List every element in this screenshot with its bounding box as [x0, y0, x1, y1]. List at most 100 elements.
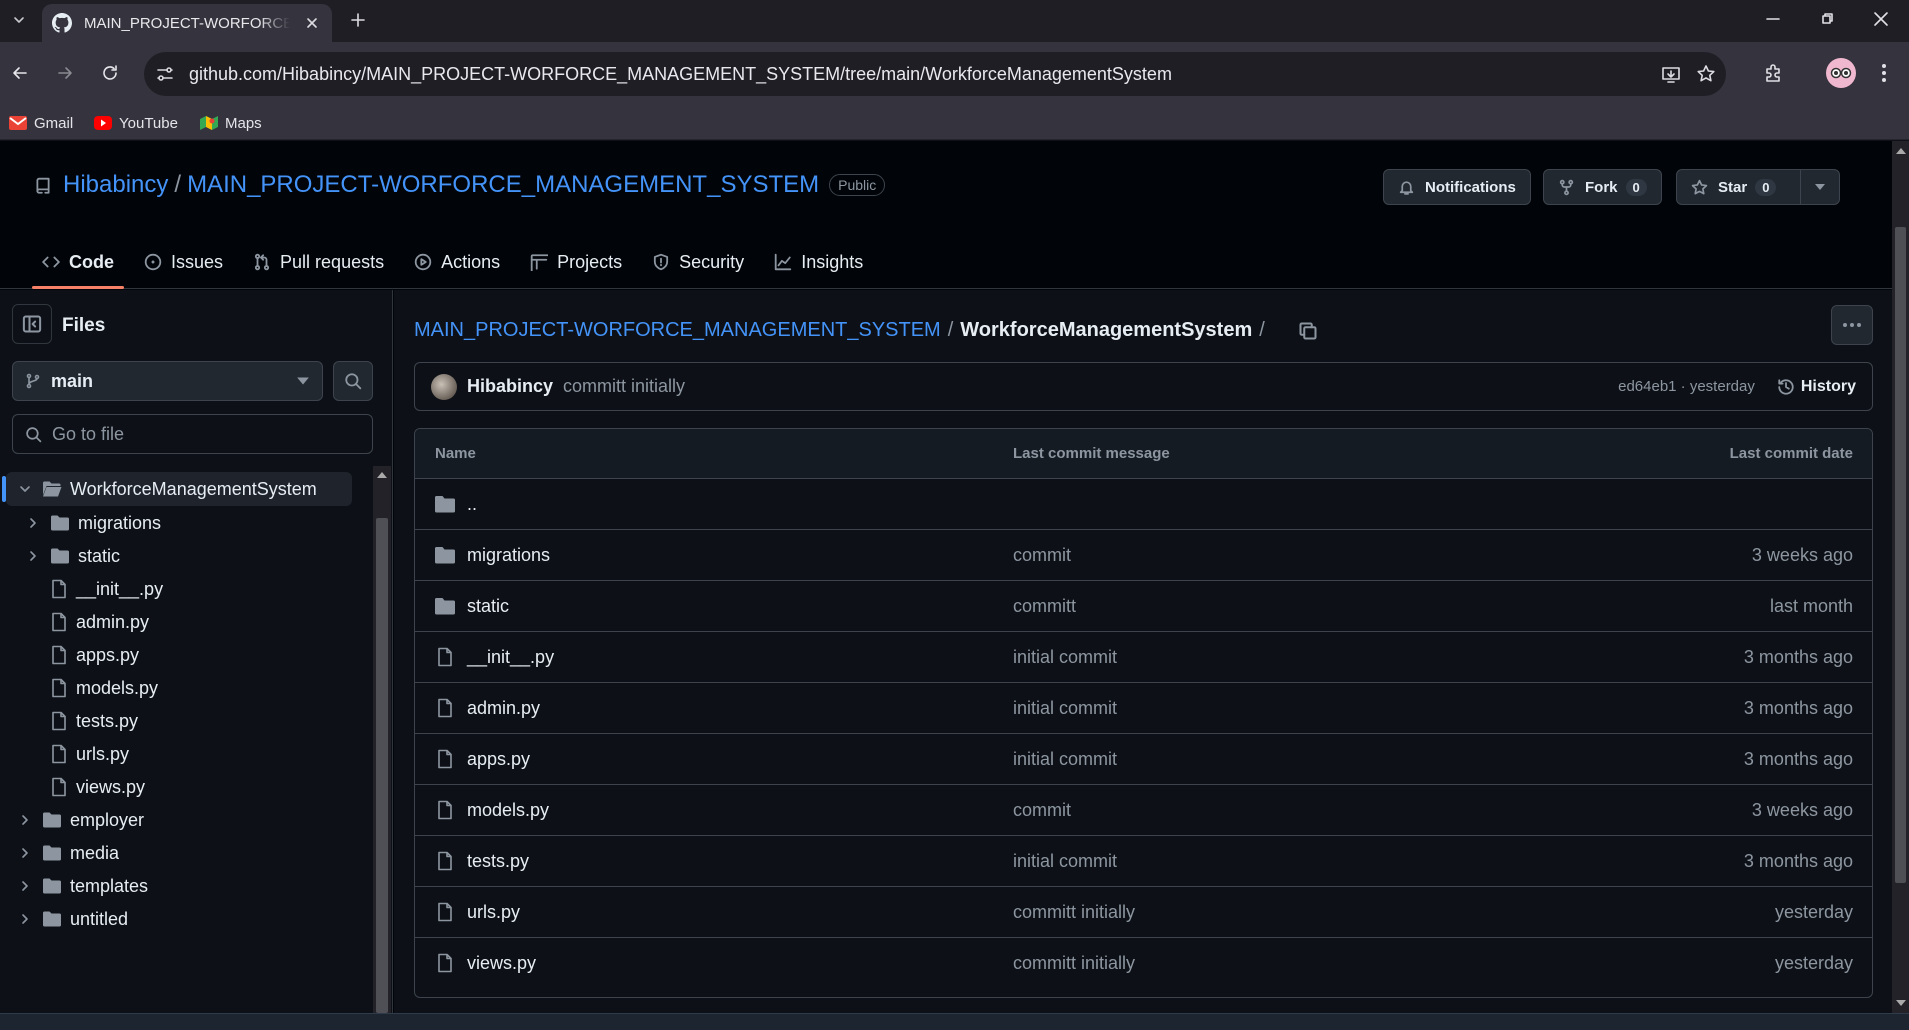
scroll-down-arrow[interactable] [1896, 1000, 1906, 1006]
file-name-link[interactable]: apps.py [467, 749, 530, 770]
new-tab-button[interactable] [345, 7, 371, 33]
commit-message-link[interactable]: committ initially [563, 376, 685, 397]
tab-issues[interactable]: Issues [134, 235, 233, 289]
commit-message-link[interactable]: initial commit [1013, 647, 1117, 668]
bookmark-gmail[interactable]: Gmail [9, 111, 73, 135]
tree-item-folder[interactable]: WorkforceManagementSystem [2, 472, 352, 506]
tab-search-button[interactable] [6, 7, 32, 33]
file-name-link[interactable]: views.py [467, 953, 536, 974]
tree-item-file[interactable]: models.py [6, 671, 352, 705]
star-button[interactable]: Star 0 [1676, 169, 1801, 205]
back-button[interactable] [5, 58, 35, 88]
commit-message-link[interactable]: committ [1013, 596, 1076, 617]
collapse-sidebar-button[interactable] [12, 304, 52, 344]
scrollbar-thumb[interactable] [376, 518, 388, 1013]
table-row[interactable]: .. [415, 479, 1872, 530]
tree-item-file[interactable]: __init__.py [6, 572, 352, 606]
star-bookmark-icon[interactable] [1695, 63, 1717, 85]
scroll-up-arrow[interactable] [377, 472, 387, 478]
more-options-button[interactable] [1831, 305, 1873, 345]
notifications-button[interactable]: Notifications [1383, 169, 1531, 205]
browser-menu-button[interactable] [1870, 59, 1898, 87]
table-row[interactable]: views.py committ initially yesterday [415, 938, 1872, 989]
fork-button[interactable]: Fork 0 [1543, 169, 1662, 205]
commit-message-link[interactable]: committ initially [1013, 953, 1135, 974]
copy-icon[interactable] [1298, 321, 1318, 341]
close-window-button[interactable] [1853, 0, 1909, 38]
file-name-link[interactable]: .. [467, 494, 477, 515]
site-settings-icon[interactable] [154, 63, 176, 85]
scrollbar-thumb[interactable] [1895, 227, 1906, 883]
file-name-link[interactable]: admin.py [467, 698, 540, 719]
file-icon [52, 678, 66, 698]
tree-item-folder[interactable]: templates [6, 869, 352, 903]
file-name-link[interactable]: migrations [467, 545, 550, 566]
tab-pull-requests[interactable]: Pull requests [243, 235, 394, 289]
table-row[interactable]: migrations commit 3 weeks ago [415, 530, 1872, 581]
minimize-button[interactable] [1745, 0, 1801, 38]
bookmark-youtube[interactable]: YouTube [94, 111, 178, 135]
table-row[interactable]: apps.py initial commit 3 months ago [415, 734, 1872, 785]
star-lists-dropdown[interactable] [1800, 169, 1840, 205]
extensions-button[interactable] [1760, 59, 1788, 87]
tree-item-folder[interactable]: static [6, 539, 352, 573]
commit-message-link[interactable]: commit [1013, 545, 1071, 566]
chevron-right-icon [30, 551, 36, 561]
breadcrumb-repo-link[interactable]: MAIN_PROJECT-WORFORCE_MANAGEMENT_SYSTEM [414, 319, 941, 342]
commit-message-link[interactable]: initial commit [1013, 749, 1117, 770]
tree-item-file[interactable]: admin.py [6, 605, 352, 639]
repo-name-link[interactable]: MAIN_PROJECT-WORFORCE_MANAGEMENT_SYSTEM [187, 171, 819, 199]
tree-item-folder[interactable]: untitled [6, 902, 352, 936]
repo-owner-link[interactable]: Hibabincy [63, 171, 168, 199]
forward-button[interactable] [50, 58, 80, 88]
file-name-link[interactable]: static [467, 596, 509, 617]
table-row[interactable]: __init__.py initial commit 3 months ago [415, 632, 1872, 683]
avatar[interactable] [431, 373, 457, 400]
tab-code[interactable]: Code [32, 235, 124, 289]
commit-message-link[interactable]: initial commit [1013, 851, 1117, 872]
tree-item-file[interactable]: urls.py [6, 737, 352, 771]
history-button[interactable]: History [1777, 378, 1856, 396]
browser-tab[interactable]: MAIN_PROJECT-WORFORCE_MANAGEMENT_SYSTEM [42, 4, 332, 42]
page-scrollbar[interactable] [1892, 141, 1909, 1013]
commit-hash-and-time[interactable]: ed64eb1 · yesterday [1618, 378, 1755, 395]
tree-item-file[interactable]: tests.py [6, 704, 352, 738]
commit-message-link[interactable]: commit [1013, 800, 1071, 821]
reload-button[interactable] [95, 58, 125, 88]
address-bar[interactable]: github.com/Hibabincy/MAIN_PROJECT-WORFOR… [144, 52, 1726, 96]
restore-button[interactable] [1799, 0, 1855, 38]
table-row[interactable]: static committ last month [415, 581, 1872, 632]
search-files-button[interactable] [333, 361, 373, 401]
table-row[interactable]: admin.py initial commit 3 months ago [415, 683, 1872, 734]
tree-item-folder[interactable]: employer [6, 803, 352, 837]
reload-icon [103, 65, 117, 80]
file-name-link[interactable]: __init__.py [467, 647, 554, 668]
tab-projects[interactable]: Projects [520, 235, 632, 289]
tab-close-button[interactable] [302, 13, 322, 33]
tab-insights[interactable]: Insights [764, 235, 873, 289]
file-tree-scrollbar[interactable] [373, 466, 391, 1013]
table-row[interactable]: urls.py committ initially yesterday [415, 887, 1872, 938]
tree-item-folder[interactable]: media [6, 836, 352, 870]
table-row[interactable]: models.py commit 3 weeks ago [415, 785, 1872, 836]
commit-message-link[interactable]: committ initially [1013, 902, 1135, 923]
table-row[interactable]: tests.py initial commit 3 months ago [415, 836, 1872, 887]
url-text[interactable]: github.com/Hibabincy/MAIN_PROJECT-WORFOR… [189, 64, 1172, 85]
tree-item-file[interactable]: views.py [6, 770, 352, 804]
tree-item-folder[interactable]: migrations [6, 506, 352, 540]
tab-security[interactable]: Security [642, 235, 754, 289]
bookmark-maps[interactable]: Maps [200, 111, 262, 135]
tree-item-file[interactable]: apps.py [6, 638, 352, 672]
profile-avatar[interactable] [1826, 58, 1856, 88]
branch-selector[interactable]: main [12, 361, 323, 401]
maps-icon [200, 116, 218, 130]
file-name-link[interactable]: urls.py [467, 902, 520, 923]
file-name-link[interactable]: models.py [467, 800, 549, 821]
scroll-up-arrow[interactable] [1896, 148, 1906, 154]
go-to-file-input[interactable]: Go to file [12, 414, 373, 454]
commit-message-link[interactable]: initial commit [1013, 698, 1117, 719]
commit-author-link[interactable]: Hibabincy [467, 376, 553, 397]
tab-actions[interactable]: Actions [404, 235, 510, 289]
install-app-icon[interactable] [1660, 63, 1682, 85]
file-name-link[interactable]: tests.py [467, 851, 529, 872]
